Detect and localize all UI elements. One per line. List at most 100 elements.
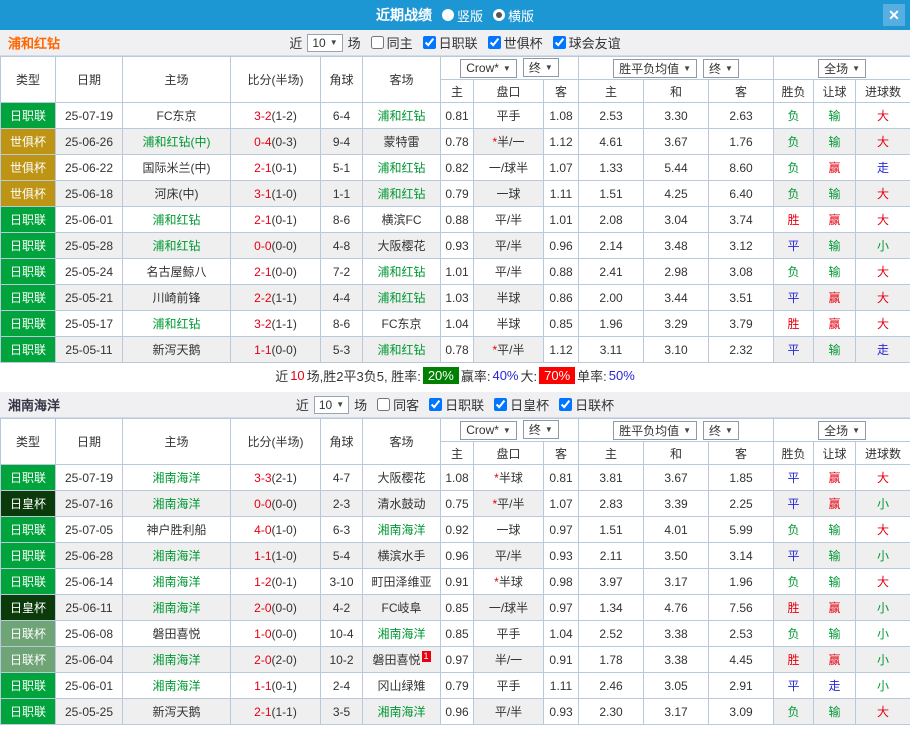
home-team-cell: 湘南海洋 [122,542,231,569]
asia-odds-group: Crow* ▼ 终 ▼ [439,418,580,442]
europe-final-select[interactable]: 终 ▼ [703,420,739,440]
asia-away-odds-cell: 0.97 [542,516,580,543]
goals-result-cell: 大 [855,310,910,337]
filter-controls: 近 10 ▼ 场 同客 日职联 日皇杯 日联杯 [295,395,615,414]
column-header: 角球 [320,418,363,465]
scope-select[interactable]: 全场 ▼ [818,58,867,78]
handicap-result-cell: 赢 [813,646,857,673]
league-filter-checkbox[interactable] [422,36,436,49]
bookmaker-select[interactable]: Crow* ▼ [460,58,517,78]
handicap-text: 平手 [496,109,521,123]
filter-bar: 浦和红钻 近 10 ▼ 场 同主 日职联 世俱杯 球会友谊 [0,30,910,56]
europe-final-select[interactable]: 终 ▼ [703,58,739,78]
full-score: 0-0 [254,238,272,253]
away-team-cell: 大阪樱花 [362,232,441,259]
column-subheader: 盘口 [473,441,544,465]
match-count-value: 10 [318,397,333,412]
radio-horizontal-layout[interactable]: 横版 [493,6,534,25]
score-cell: 3-2(1-2) [230,102,321,129]
asia-home-odds-cell: 0.92 [440,516,474,543]
europe-away-odds-cell: 3.14 [708,542,775,569]
half-score: (0-0) [271,496,297,511]
league-filter-checkbox[interactable] [494,398,508,411]
league-filter-checkbox[interactable] [487,36,501,49]
league-filter-label: 世俱杯 [503,36,543,51]
asia-final-select[interactable]: 终 ▼ [522,58,559,78]
same-venue-checkbox[interactable] [370,36,384,49]
header-row: 类型 日期 主场 比分(半场) 角球 客场 Crow* ▼ 终 ▼ 胜平负均值 ▼ 终 ▼ 全场 ▼ [0,418,910,465]
corner-cell: 10-2 [320,646,363,673]
close-button[interactable]: ✕ [883,4,905,26]
away-team-cell: 浦和红钻 [362,102,441,129]
column-subheader: 盘口 [473,79,544,103]
europe-home-odds-cell: 2.11 [578,542,645,569]
europe-home-odds-cell: 3.81 [578,464,645,491]
handicap-cell: 平/半 [473,206,544,233]
away-team-cell: 浦和红钻 [362,336,441,363]
handicap-result-cell: 赢 [813,490,857,517]
odds-average-select[interactable]: 胜平负均值 ▼ [613,58,698,78]
europe-draw-odds-cell: 3.44 [643,284,710,311]
europe-home-odds-cell: 2.53 [578,102,645,129]
full-score: 0-0 [254,496,272,511]
match-result-cell: 平 [773,672,815,699]
goals-result-cell: 大 [855,128,910,155]
league-filter-checkbox[interactable] [552,36,566,49]
radio-vertical-layout[interactable]: 竖版 [441,6,483,25]
league-badge: 日职联 [0,232,56,259]
table-row: 日职联 25-06-01 湘南海洋 1-1(0-1) 2-4 冈山绿雉 0.79 平手 1.11… [0,672,910,699]
full-score: 3-2 [254,316,272,331]
asia-home-odds-cell: 1.01 [440,258,474,285]
league-badge: 日职联 [0,206,56,233]
half-score: (0-3) [271,134,297,149]
match-count-select[interactable]: 10 ▼ [313,395,350,414]
match-result-cell: 胜 [773,206,815,233]
europe-home-odds-cell: 2.14 [578,232,645,259]
half-score: (1-0) [271,186,297,201]
europe-away-odds-cell: 3.12 [708,232,775,259]
league-filter-label: 日皇杯 [510,398,550,413]
europe-home-odds-cell: 1.96 [578,310,645,337]
handicap-cell: 一/球半 [473,154,544,181]
europe-home-odds-cell: 1.51 [578,516,645,543]
europe-away-odds-cell: 3.09 [708,698,775,725]
handicap-cell: 平/半 [473,542,544,569]
goals-result-cell: 小 [855,646,910,673]
select-value: 终 [528,61,541,76]
column-subheader: 进球数 [855,79,910,103]
asia-away-odds-cell: 0.88 [542,258,580,285]
away-team-cell: 浦和红钻 [362,154,441,181]
date-cell: 25-07-05 [55,516,123,543]
same-venue-checkbox[interactable] [377,398,391,411]
summary-record-text: 场,胜2平3负5, 胜率: [306,369,421,384]
asia-away-odds-cell: 1.08 [542,102,580,129]
asia-away-odds-cell: 0.98 [542,568,580,595]
asia-home-odds-cell: 0.93 [440,232,474,259]
scope-select[interactable]: 全场 ▼ [818,420,867,440]
column-subheader: 让球 [813,79,857,103]
match-count-select[interactable]: 10 ▼ [307,33,343,52]
europe-draw-odds-cell: 3.05 [643,672,710,699]
date-cell: 25-06-18 [55,180,123,207]
table-row: 世俱杯 25-06-26 浦和红钻(中) 0-4(0-3) 9-4 蒙特雷 0.78 *半/一… [0,128,910,155]
europe-draw-odds-cell: 3.29 [643,310,710,337]
date-cell: 25-06-04 [55,646,123,673]
bookmaker-select[interactable]: Crow* ▼ [460,420,517,440]
column-header: 主场 [122,418,231,465]
away-team-cell: 磐田喜悦 1 [362,646,441,673]
europe-draw-odds-cell: 4.76 [643,594,710,621]
league-filter-checkbox[interactable] [559,398,573,411]
asia-final-select[interactable]: 终 ▼ [522,420,559,440]
matches-table: 类型 日期 主场 比分(半场) 角球 客场 Crow* ▼ 终 ▼ 胜平负均值 ▼ 终 ▼ 全场 ▼ 主盘口客主… [0,56,910,363]
corner-cell: 4-8 [320,232,363,259]
corner-cell: 6-3 [320,516,363,543]
half-score: (1-1) [271,316,297,331]
home-team-cell: FC东京 [122,102,231,129]
away-team-cell: 浦和红钻 [362,180,441,207]
league-filter-checkbox[interactable] [429,398,443,411]
date-cell: 25-06-11 [55,594,123,621]
match-result-cell: 负 [773,102,815,129]
europe-draw-odds-cell: 3.10 [643,336,710,363]
date-cell: 25-05-24 [55,258,123,285]
odds-average-select[interactable]: 胜平负均值 ▼ [613,420,698,440]
